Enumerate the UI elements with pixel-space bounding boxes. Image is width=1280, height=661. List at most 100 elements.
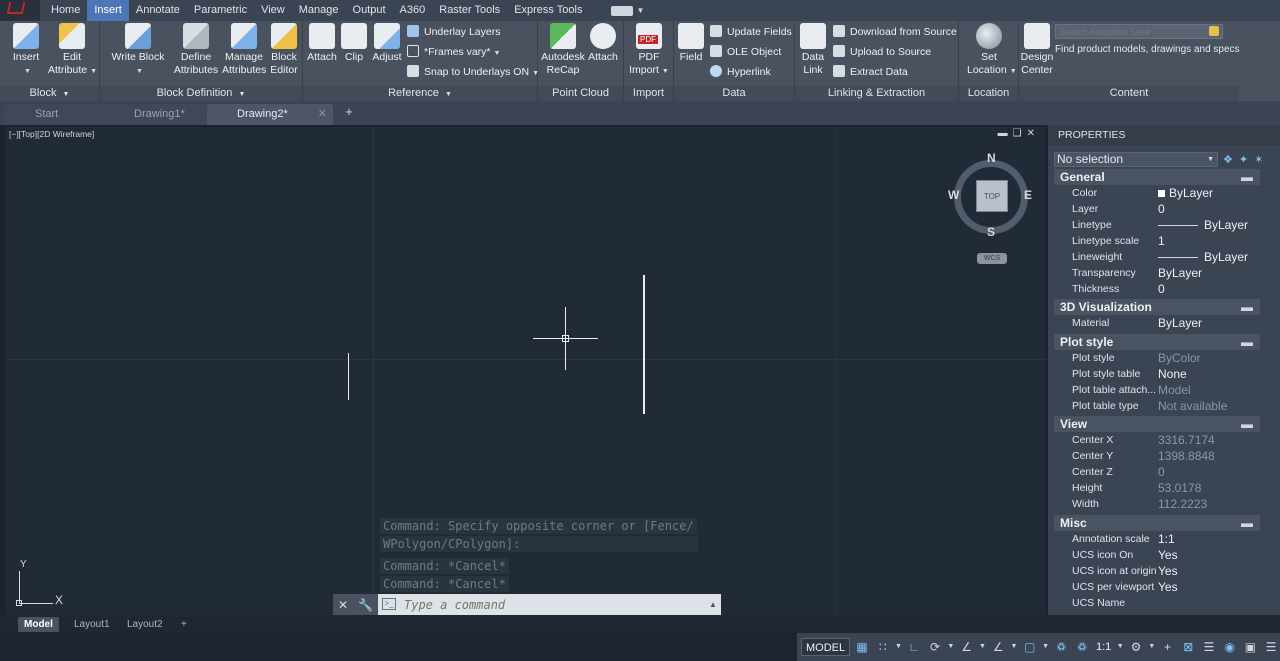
pdf-import-button[interactable]: PDF PDF Import ▼ [628,23,670,78]
layout-tab-layout2[interactable]: Layout2 [121,617,169,632]
isodraft-icon[interactable]: ∠ [958,638,976,656]
design-center-button[interactable]: Design Center [1019,23,1055,77]
command-input[interactable] [378,594,705,615]
hyperlink-button[interactable]: Hyperlink [710,64,771,81]
selection-dropdown[interactable]: No selection ▼ [1054,152,1218,167]
prop-layer[interactable]: Layer 0 [1054,201,1260,217]
layout-tab-model[interactable]: Model [18,617,59,632]
data-link-button[interactable]: Data Link [799,23,827,77]
chevron-down-icon[interactable]: ▼ [1010,638,1018,656]
chevron-down-icon[interactable]: ▼ [636,6,644,15]
tab-annotate[interactable]: Annotate [129,0,187,21]
upload-to-source-button[interactable]: Upload to Source [833,44,931,61]
object-snap-tracking-icon[interactable]: ∠ [989,638,1007,656]
file-tab-drawing2[interactable]: Drawing2* ✕ [207,104,333,125]
chevron-down-icon[interactable]: ▼ [1148,638,1156,656]
model-space-button[interactable]: MODEL [801,638,851,656]
prop-ucs-per-viewport[interactable]: UCS per viewport Yes [1054,579,1260,595]
attach-button[interactable]: Attach [305,23,339,64]
prop-plot-table-type[interactable]: Plot table type Not available [1054,398,1260,414]
compass-east[interactable]: E [1024,188,1032,202]
prop-linetype-scale[interactable]: Linetype scale 1 [1054,233,1260,249]
tab-manage[interactable]: Manage [292,0,346,21]
download-from-source-button[interactable]: Download from Source [833,24,957,41]
object-snap-icon[interactable]: ▢ [1021,638,1039,656]
prop-color[interactable]: Color ByLayer [1054,185,1260,201]
seek-search-input[interactable] [1055,24,1223,39]
drawing-line-left[interactable] [348,353,349,400]
update-fields-button[interactable]: Update Fields [710,24,792,41]
extract-data-button[interactable]: Extract Data [833,64,908,81]
section-3d-visualization[interactable]: 3D Visualization ▬ [1054,299,1260,315]
prop-linetype[interactable]: Linetype ByLayer [1054,217,1260,233]
panel-title-reference[interactable]: Reference ▼ [303,86,537,101]
prop-thickness[interactable]: Thickness 0 [1054,281,1260,297]
snap-mode-icon[interactable]: ∷ [874,638,892,656]
wrench-icon[interactable]: 🔧 [358,598,373,612]
viewport-window-controls[interactable]: ▬❑✕ [998,128,1040,139]
underlay-layers-button[interactable]: Underlay Layers [407,24,500,41]
section-misc[interactable]: Misc ▬ [1054,515,1260,531]
section-plot-style[interactable]: Plot style ▬ [1054,334,1260,350]
chevron-down-icon[interactable]: ▼ [947,638,955,656]
quick-properties-icon[interactable]: ☰ [1200,638,1218,656]
close-icon[interactable]: ✕ [318,104,327,125]
chevron-down-icon[interactable]: ▼ [895,638,903,656]
prop-width[interactable]: Width 112.2223 [1054,496,1260,512]
annotation-monitor-plus-icon[interactable]: + [1159,638,1177,656]
polar-tracking-icon[interactable]: ⟳ [926,638,944,656]
frames-vary-dropdown[interactable]: *Frames vary* ▼ [407,44,500,61]
ortho-mode-icon[interactable]: ∟ [905,638,923,656]
prop-center-z[interactable]: Center Z0 [1054,464,1260,480]
compass-west[interactable]: W [948,188,959,202]
prop-annotation-scale[interactable]: Annotation scale 1:1 [1054,531,1260,547]
ribbon-toggle-icon[interactable] [611,5,634,16]
prop-lineweight[interactable]: Lineweight ByLayer [1054,249,1260,265]
command-prompt-icon[interactable]: >_ [382,598,396,610]
prop-ucs-icon-on[interactable]: UCS icon On Yes [1054,547,1260,563]
prop-plot-style[interactable]: Plot style ByColor [1054,350,1260,366]
prop-height[interactable]: Height 53.0178 [1054,480,1260,496]
tab-output[interactable]: Output [346,0,393,21]
compass-north[interactable]: N [987,151,996,165]
viewcube[interactable]: TOP N S E W WCS [946,151,1036,264]
quick-select-icons[interactable]: ❖✦✶ [1223,153,1269,166]
prop-center-x[interactable]: Center X 3316.7174 [1054,432,1260,448]
manage-attributes-button[interactable]: Manage Attributes [222,23,266,77]
chevron-down-icon[interactable]: ▼ [1042,638,1050,656]
units-icon[interactable]: ⊠ [1179,638,1197,656]
adjust-button[interactable]: Adjust [370,23,404,64]
snap-underlays-dropdown[interactable]: Snap to Underlays ON ▼ [407,64,539,81]
set-location-button[interactable]: Set Location ▼ [967,23,1017,78]
auto-scale-icon[interactable]: ♽ [1073,638,1091,656]
customization-menu-icon[interactable]: ☰ [1262,638,1280,656]
attach-point-cloud-button[interactable]: Attach [586,23,620,64]
drawing-line-right[interactable] [643,275,645,414]
block-editor-button[interactable]: Block Editor [267,23,301,77]
annotation-visibility-icon[interactable]: ♽ [1053,638,1071,656]
tab-express-tools[interactable]: Express Tools [507,0,589,21]
prop-transparency[interactable]: Transparency ByLayer [1054,265,1260,281]
tab-home[interactable]: Home [44,0,87,21]
tab-a360[interactable]: A360 [393,0,433,21]
close-command-line-icon[interactable]: ✕ [338,598,348,612]
tab-raster-tools[interactable]: Raster Tools [432,0,507,21]
viewport-controls-label[interactable]: [−][Top][2D Wireframe] [9,129,94,139]
tab-insert[interactable]: Insert [87,0,129,21]
annotation-scale-button[interactable]: 1:1 [1094,641,1113,653]
file-tab-drawing1[interactable]: Drawing1*✕ [104,104,224,125]
section-view[interactable]: View ▬ [1054,416,1260,432]
clip-button[interactable]: Clip [339,23,369,64]
new-tab-plus-icon[interactable]: + [342,105,356,119]
prop-center-y[interactable]: Center Y 1398.8848 [1054,448,1260,464]
field-button[interactable]: Field [678,23,704,64]
seek-search-icon[interactable] [1209,26,1219,36]
edit-attribute-button[interactable]: Edit Attribute ▼ [48,23,97,78]
chevron-down-icon[interactable]: ▼ [978,638,986,656]
prop-plot-style-table[interactable]: Plot style table None [1054,366,1260,382]
section-general[interactable]: General ▬ [1054,169,1260,185]
autodesk-recap-button[interactable]: Autodesk ReCap [540,23,586,77]
compass-south[interactable]: S [987,225,995,239]
tab-view[interactable]: View [254,0,292,21]
chevron-up-icon[interactable]: ▲ [705,600,721,609]
